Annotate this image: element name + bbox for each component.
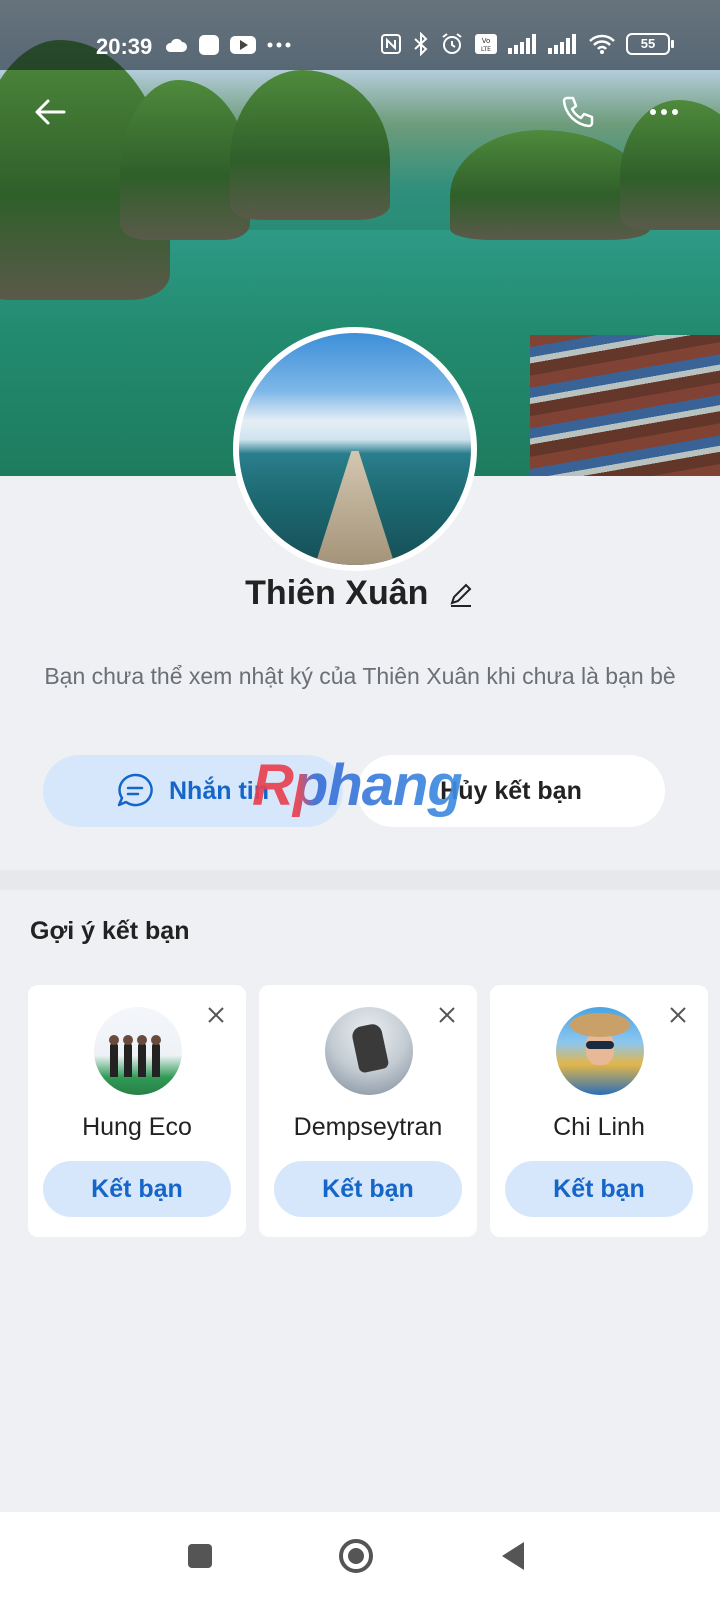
pencil-icon[interactable] <box>447 580 475 608</box>
section-divider <box>0 870 720 890</box>
suggestion-card[interactable]: Chi Linh Kết bạn <box>490 985 708 1237</box>
avatar-glasses <box>586 1041 614 1049</box>
avatar-figure <box>137 1035 147 1077</box>
status-bar: 20:39 Vo LTE 55 <box>0 0 720 70</box>
watermark-logo: Rphang <box>252 753 463 818</box>
profile-name: Thiên Xuân <box>245 574 429 612</box>
suggestion-name: Hung Eco <box>82 1113 192 1141</box>
suggestion-name: Chi Linh <box>553 1113 645 1141</box>
suggestion-card[interactable]: Hung Eco Kết bạn <box>28 985 246 1237</box>
cover-boats <box>530 335 720 476</box>
avatar-figure <box>109 1035 119 1077</box>
system-nav-bar <box>0 1512 720 1600</box>
avatar-pier <box>310 451 400 565</box>
suggestion-card[interactable]: Dempseytran Kết bạn <box>259 985 477 1237</box>
svg-text:LTE: LTE <box>481 46 491 53</box>
add-friend-button[interactable]: Kết bạn <box>505 1161 693 1217</box>
privacy-notice: Bạn chưa thể xem nhật ký của Thiên Xuân … <box>44 663 676 689</box>
phone-icon <box>562 96 594 128</box>
chat-bubble-icon <box>117 773 153 807</box>
alarm-icon <box>442 33 462 54</box>
suggestion-avatar <box>556 1007 644 1095</box>
suggestion-name: Dempseytran <box>293 1113 443 1141</box>
more-dots-icon <box>267 42 291 48</box>
close-icon[interactable] <box>437 1005 457 1025</box>
back-triangle-icon[interactable] <box>494 1536 534 1576</box>
wifi-icon <box>589 34 615 54</box>
avatar[interactable] <box>233 327 477 571</box>
bluetooth-icon <box>414 32 428 56</box>
suggestions-title: Gợi ý kết bạn <box>30 917 190 945</box>
back-button[interactable] <box>30 92 70 132</box>
svg-text:Vo: Vo <box>482 37 491 45</box>
cover-cliff <box>230 70 390 220</box>
status-time: 20:39 <box>96 34 153 59</box>
arrow-left-icon <box>35 99 66 125</box>
profile-name-row: Thiên Xuân <box>0 574 720 613</box>
call-button[interactable] <box>558 92 598 132</box>
avatar-hat <box>570 1013 630 1037</box>
battery-indicator: 55 <box>626 33 674 55</box>
avatar-hand <box>350 1022 390 1074</box>
close-icon[interactable] <box>206 1005 226 1025</box>
signal-icon <box>508 34 536 54</box>
add-friend-button[interactable]: Kết bạn <box>43 1161 231 1217</box>
suggestion-avatar <box>94 1007 182 1095</box>
status-right-icons: Vo LTE 55 <box>380 32 674 56</box>
app-square-icon <box>199 35 219 55</box>
avatar-figure <box>151 1035 161 1077</box>
close-icon[interactable] <box>668 1005 688 1025</box>
home-icon[interactable] <box>336 1536 376 1576</box>
suggestion-avatar <box>325 1007 413 1095</box>
nfc-icon <box>381 34 401 54</box>
volte-icon: VoLTE <box>475 34 497 54</box>
recent-apps-icon[interactable] <box>180 1536 220 1576</box>
avatar-figure <box>123 1035 133 1077</box>
more-options-button[interactable] <box>644 92 684 132</box>
cloud-icon <box>165 38 187 52</box>
status-left-icons <box>164 34 292 56</box>
signal-icon <box>548 34 576 54</box>
add-friend-button[interactable]: Kết bạn <box>274 1161 462 1217</box>
more-dots-icon <box>650 109 678 115</box>
youtube-icon <box>230 36 256 54</box>
